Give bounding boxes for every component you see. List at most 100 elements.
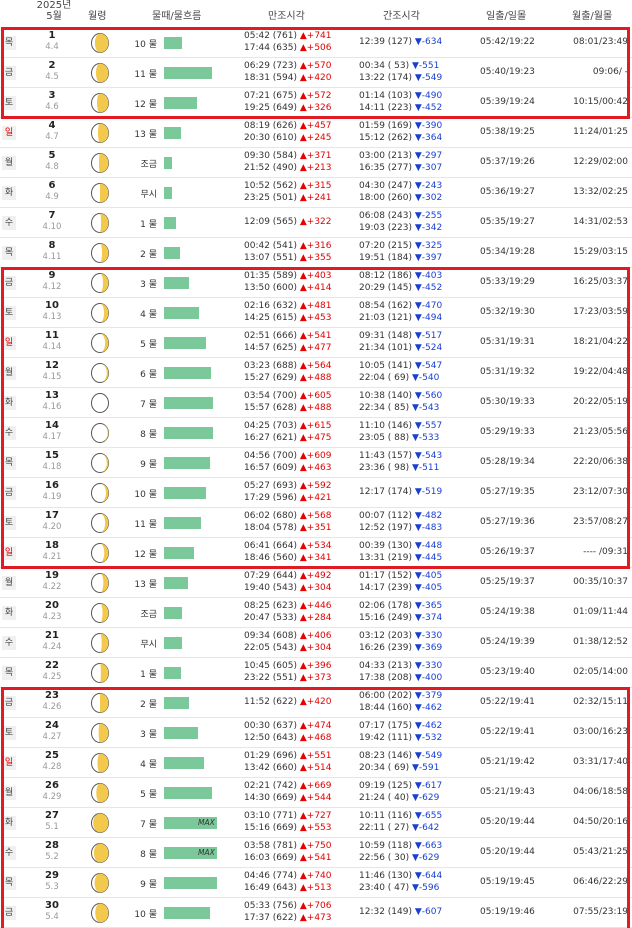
moon-phase-graphic xyxy=(91,63,109,83)
low-tide-2: 22:11 ( 27) ▼-642 xyxy=(359,823,439,833)
table-row: 목 29 5.3 9 물 04:46 (774) ▲+740 16:49 (643) ▲+… xyxy=(0,868,632,898)
tide-level-name: 9 물 xyxy=(140,460,157,470)
sunrise-sunset: 05:19/19:45 xyxy=(480,877,535,887)
low-tide-1: 11:10 (146) ▼-557 xyxy=(359,421,442,431)
lunar-date: 4.27 xyxy=(42,732,62,742)
table-row: 금 9 4.12 3 물 01:35 (589) ▲+403 13:50 (600) ▲+… xyxy=(0,268,632,298)
low-tide-2: 13:31 (219) ▼-445 xyxy=(359,553,442,563)
moonrise-moonset: 01:09/11:44 xyxy=(573,607,628,617)
table-header: 2025년 5월 월령 물때/물흐름 만조시각 간조시각 일출/일몰 월출/월몰 xyxy=(0,0,632,24)
day-number: 12 xyxy=(45,360,59,371)
low-tide-1-change: ▼-462 xyxy=(414,721,443,731)
lunar-date: 4.4 xyxy=(45,42,59,52)
high-tide-1-change: ▲+564 xyxy=(299,361,332,371)
day-number: 16 xyxy=(45,480,59,491)
header-high-tide: 만조시각 xyxy=(268,11,305,22)
high-tide-2-change: ▲+304 xyxy=(299,643,332,653)
high-tide-2: 14:25 (615) ▲+453 xyxy=(244,313,332,323)
lunar-date: 4.7 xyxy=(45,132,59,142)
high-tide-2: 17:44 (635) ▲+506 xyxy=(244,43,332,53)
header-date: 2025년 5월 xyxy=(30,0,78,22)
high-tide-2: 14:57 (625) ▲+477 xyxy=(244,343,332,353)
moon-phase-icon xyxy=(90,692,110,717)
tide-flow-bar xyxy=(164,457,210,469)
tide-level-name: 1 물 xyxy=(140,220,157,230)
sunrise-sunset: 05:24/19:39 xyxy=(480,637,535,647)
high-tide-2: 17:29 (596) ▲+421 xyxy=(244,493,332,503)
high-tide-2-time: 21:52 (490) xyxy=(244,163,300,173)
high-tide-2-change: ▲+513 xyxy=(299,883,332,893)
day-number: 28 xyxy=(45,840,59,851)
high-tide-1-change: ▲+316 xyxy=(299,241,332,251)
lunar-date: 4.23 xyxy=(42,612,62,622)
high-tide-2-change: ▲+488 xyxy=(299,403,332,413)
high-tide-1-time: 03:23 (688) xyxy=(244,361,300,371)
low-tide-2-time: 23:36 ( 98) xyxy=(359,463,412,473)
weekday-badge: 일 xyxy=(2,126,16,140)
moon-phase-graphic xyxy=(91,213,109,233)
low-tide-1-change: ▼-330 xyxy=(414,631,443,641)
low-tide-2: 23:05 ( 88) ▼-533 xyxy=(359,433,439,443)
high-tide-2-time: 15:27 (629) xyxy=(244,373,300,383)
moon-phase-graphic xyxy=(91,573,109,593)
high-tide-1-change: ▲+609 xyxy=(299,451,332,461)
weekday-badge: 화 xyxy=(2,816,16,830)
high-tide-2: 23:25 (501) ▲+241 xyxy=(244,193,332,203)
day-number: 23 xyxy=(45,690,59,701)
table-row: 토 24 4.27 3 물 00:30 (637) ▲+474 12:50 (643) ▲… xyxy=(0,718,632,748)
high-tide-2-time: 19:40 (543) xyxy=(244,583,300,593)
moon-phase-icon xyxy=(90,812,110,837)
day-number: 2 xyxy=(48,60,56,71)
tide-flow-bar xyxy=(164,607,182,619)
low-tide-2-change: ▼-540 xyxy=(412,373,440,383)
low-tide-2-time: 20:34 ( 69) xyxy=(359,763,412,773)
low-tide-2-time: 19:51 (184) xyxy=(359,253,415,263)
high-tide-1-change: ▲+322 xyxy=(299,217,332,227)
low-tide-2: 18:44 (160) ▼-462 xyxy=(359,703,442,713)
tide-level-name: 11 물 xyxy=(134,520,157,530)
high-tide-2-time: 13:07 (551) xyxy=(244,253,300,263)
day-number: 10 xyxy=(45,300,59,311)
high-tide-2-change: ▲+245 xyxy=(299,133,332,143)
low-tide-1: 07:20 (215) ▼-325 xyxy=(359,241,442,251)
moon-phase-icon xyxy=(90,602,110,627)
day-number: 15 xyxy=(45,450,59,461)
lunar-date: 4.10 xyxy=(42,222,62,232)
high-tide-1-time: 04:56 (700) xyxy=(244,451,300,461)
high-tide-2-change: ▲+241 xyxy=(299,193,332,203)
high-tide-2-time: 14:30 (669) xyxy=(244,793,300,803)
day-number: 1 xyxy=(48,30,56,41)
low-tide-1: 10:59 (118) ▼-663 xyxy=(359,841,442,851)
high-tide-2-time: 15:57 (628) xyxy=(244,403,300,413)
high-tide-2: 22:05 (543) ▲+304 xyxy=(244,643,332,653)
moon-phase-graphic xyxy=(91,513,109,533)
header-year: 2025년 xyxy=(36,0,72,11)
high-tide-2-change: ▲+421 xyxy=(299,493,332,503)
tide-flow-bar xyxy=(164,727,198,739)
high-tide-2-time: 16:03 (669) xyxy=(244,853,300,863)
low-tide-2: 13:22 (174) ▼-549 xyxy=(359,73,442,83)
moon-phase-icon xyxy=(90,92,110,117)
table-row: 일 4 4.7 13 물 08:19 (626) ▲+457 20:30 (610) ▲+… xyxy=(0,118,632,148)
low-tide-2-change: ▼-452 xyxy=(414,103,443,113)
lunar-date: 5.1 xyxy=(45,822,59,832)
low-tide-2-change: ▼-511 xyxy=(412,463,440,473)
low-tide-1-change: ▼-297 xyxy=(414,151,443,161)
low-tide-2-change: ▼-400 xyxy=(414,673,443,683)
high-tide-1-change: ▲+568 xyxy=(299,511,332,521)
high-tide-1-time: 03:58 (781) xyxy=(244,841,300,851)
high-tide-2: 20:47 (533) ▲+284 xyxy=(244,613,332,623)
moonrise-moonset: 07:55/23:19 xyxy=(573,907,628,917)
sunrise-sunset: 05:34/19:28 xyxy=(480,247,535,257)
high-tide-1-time: 02:16 (632) xyxy=(244,301,300,311)
high-tide-1-time: 06:29 (723) xyxy=(244,61,300,71)
moon-phase-graphic xyxy=(91,243,109,263)
low-tide-2-time: 18:44 (160) xyxy=(359,703,415,713)
moonrise-moonset: 06:46/22:29 xyxy=(573,877,628,887)
moon-phase-graphic xyxy=(91,153,109,173)
low-tide-1-change: ▼-617 xyxy=(414,781,443,791)
weekday-badge: 수 xyxy=(2,636,16,650)
high-tide-2-change: ▲+463 xyxy=(299,463,332,473)
high-tide-2-change: ▲+506 xyxy=(299,43,332,53)
high-tide-2-change: ▲+468 xyxy=(299,733,332,743)
